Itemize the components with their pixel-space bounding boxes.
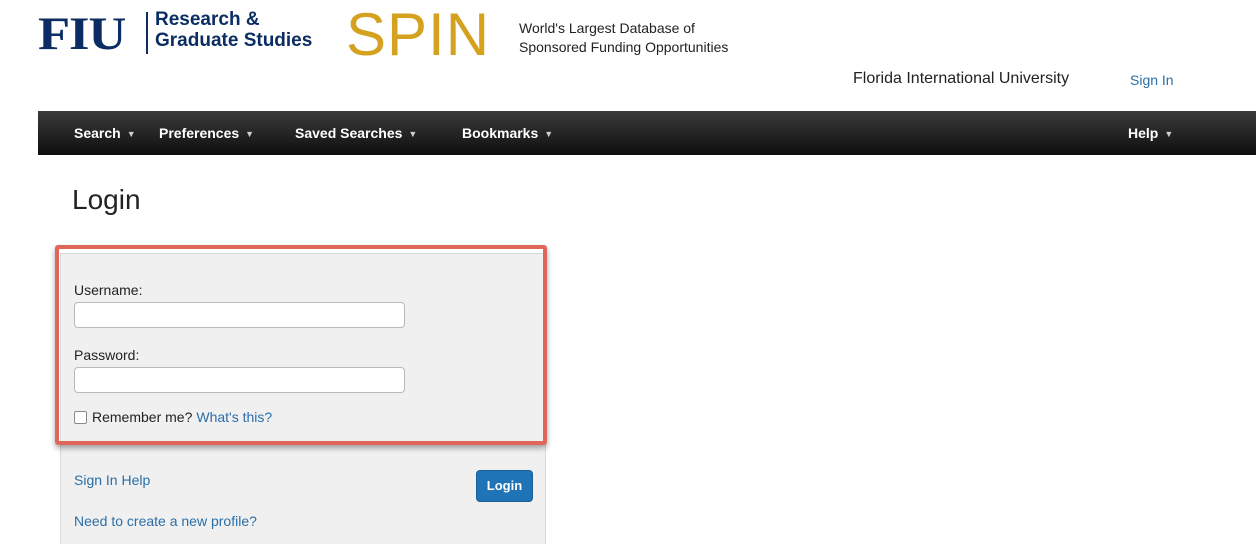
- login-button[interactable]: Login: [476, 470, 533, 502]
- remember-me-row: Remember me? What's this?: [74, 409, 272, 425]
- spin-logo[interactable]: SPIN: [346, 4, 490, 66]
- chevron-down-icon: ▼: [1164, 129, 1174, 140]
- nav-help-label: Help: [1128, 125, 1159, 141]
- tagline-line2: Sponsored Funding Opportunities: [519, 39, 729, 55]
- logo-unit-line1: Research &: [155, 9, 260, 30]
- main-nav-bar: Search ▼ Preferences ▼ Saved Searches ▼ Boo…: [38, 111, 1256, 155]
- page-title: Login: [72, 184, 141, 215]
- nav-saved-searches-label: Saved Searches: [295, 125, 403, 141]
- remember-me-label: Remember me?: [92, 409, 193, 425]
- password-label: Password:: [74, 347, 140, 363]
- create-profile-link[interactable]: Need to create a new profile?: [74, 513, 257, 529]
- site-header: FIU Research & Graduate Studies SPIN Wor…: [0, 0, 1256, 110]
- research-graduate-studies-logo: Research & Graduate Studies: [155, 9, 312, 51]
- whats-this-link[interactable]: What's this?: [196, 409, 272, 425]
- nav-search[interactable]: Search ▼: [74, 111, 136, 155]
- chevron-down-icon: ▼: [245, 129, 255, 140]
- fiu-logo[interactable]: FIU: [38, 10, 126, 58]
- nav-preferences-label: Preferences: [159, 125, 240, 141]
- logo-divider: [146, 12, 148, 54]
- nav-preferences[interactable]: Preferences ▼: [159, 111, 254, 155]
- nav-search-label: Search: [74, 125, 121, 141]
- nav-saved-searches[interactable]: Saved Searches ▼: [295, 111, 417, 155]
- nav-help[interactable]: Help ▼: [1128, 111, 1173, 155]
- username-label: Username:: [74, 282, 143, 298]
- tagline: World's Largest Database of Sponsored Fu…: [519, 19, 728, 57]
- chevron-down-icon: ▼: [408, 129, 418, 140]
- header-sign-in-link[interactable]: Sign In: [1130, 72, 1174, 88]
- chevron-down-icon: ▼: [544, 129, 554, 140]
- username-field[interactable]: [74, 302, 405, 328]
- university-name: Florida International University: [853, 70, 1070, 87]
- nav-bookmarks[interactable]: Bookmarks ▼: [462, 111, 553, 155]
- logo-unit-line2: Graduate Studies: [155, 30, 313, 51]
- sign-in-help-link[interactable]: Sign In Help: [74, 472, 150, 488]
- tagline-line1: World's Largest Database of: [519, 20, 695, 36]
- nav-bookmarks-label: Bookmarks: [462, 125, 539, 141]
- password-field[interactable]: [74, 367, 405, 393]
- remember-me-checkbox[interactable]: [74, 410, 87, 424]
- chevron-down-icon: ▼: [126, 129, 136, 140]
